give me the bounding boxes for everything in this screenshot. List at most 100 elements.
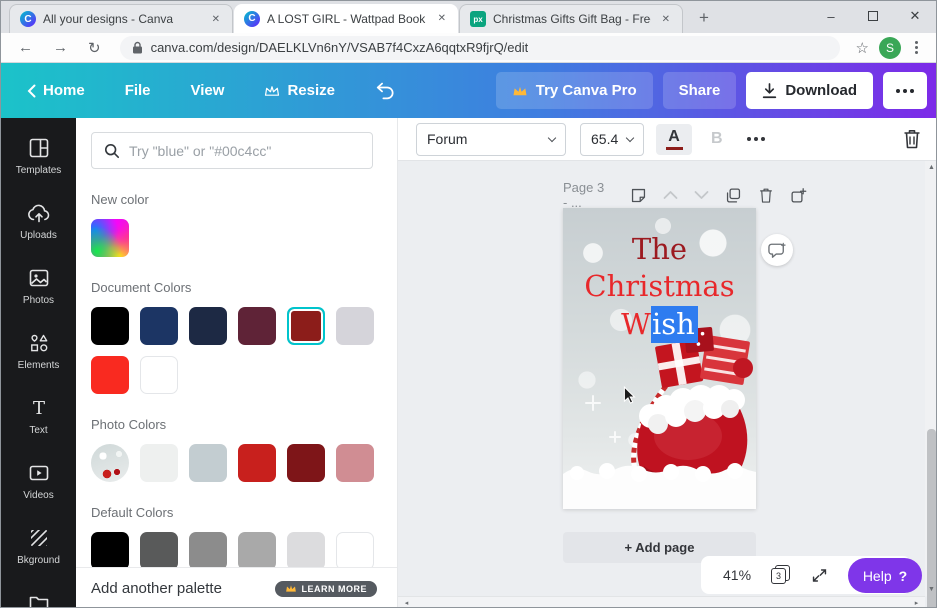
page-count: 3 (771, 568, 787, 584)
minimize-button[interactable]: – (810, 1, 852, 31)
tab-all-your-designs[interactable]: C All your designs - Canva ✕ (9, 4, 233, 33)
tab-close-icon[interactable]: ✕ (658, 12, 674, 27)
color-swatch[interactable] (91, 532, 129, 570)
bold-button[interactable]: B (701, 130, 733, 148)
editor-area: Forum 65.4 A B Page 3 - ... The Christma… (398, 118, 936, 607)
scroll-left-icon[interactable]: ◂ (400, 597, 413, 607)
sidebar-item-templates[interactable]: Templates (1, 133, 76, 179)
add-palette-label[interactable]: Add another palette (91, 580, 222, 597)
color-swatch[interactable] (140, 307, 178, 345)
url-text: canva.com/design/DAELKLVn6nY/VSAB7f4CxzA… (150, 40, 529, 55)
tab-close-icon[interactable]: ✕ (208, 12, 224, 27)
move-page-down-button[interactable] (694, 190, 709, 200)
color-search-box[interactable] (91, 132, 373, 169)
scroll-up-icon[interactable]: ▲ (925, 161, 936, 174)
crown-icon (265, 85, 280, 96)
new-color-picker[interactable] (91, 219, 129, 257)
close-window-button[interactable]: ✕ (894, 1, 936, 31)
color-swatch[interactable] (140, 532, 178, 570)
profile-avatar[interactable]: S (879, 36, 901, 59)
vertical-scrollbar[interactable]: ▲ ▼ (925, 161, 936, 607)
home-button[interactable]: Home (27, 82, 85, 99)
toolbar-more-button[interactable] (739, 137, 773, 141)
bookmark-star-icon[interactable]: ☆ (852, 39, 873, 57)
scroll-down-icon[interactable]: ▼ (925, 583, 936, 596)
tab-title: Christmas Gifts Gift Bag - Free pl (493, 12, 651, 26)
add-page-icon-button[interactable] (790, 187, 807, 204)
back-icon[interactable]: ← (11, 39, 40, 56)
download-icon (763, 82, 777, 98)
forward-icon[interactable]: → (46, 39, 75, 56)
vertical-scroll-thumb[interactable] (927, 429, 936, 607)
add-comment-button[interactable] (761, 234, 793, 266)
maximize-button[interactable] (852, 1, 894, 31)
try-canva-pro-button[interactable]: Try Canva Pro (495, 72, 653, 109)
canva-favicon-icon: C (20, 11, 36, 27)
file-menu[interactable]: File (125, 82, 151, 99)
move-page-up-button[interactable] (663, 190, 678, 200)
photo-thumbnail[interactable] (91, 444, 129, 482)
color-swatch[interactable] (336, 307, 374, 345)
text-color-button[interactable]: A (656, 123, 692, 155)
crown-icon (513, 86, 527, 95)
design-title-line3[interactable]: Wish (563, 306, 756, 343)
folder-icon[interactable] (27, 590, 51, 608)
text-color-swatch-bar (665, 146, 683, 150)
zoom-level[interactable]: 41% (723, 567, 751, 583)
share-button[interactable]: Share (662, 72, 737, 109)
default-colors-label: Default Colors (91, 505, 174, 520)
help-button[interactable]: Help ? (848, 558, 922, 593)
design-page[interactable]: The Christmas Wish (563, 208, 756, 509)
sidebar-item-videos[interactable]: Videos (1, 458, 76, 504)
sidebar-item-elements[interactable]: Elements (1, 328, 76, 374)
font-family-select[interactable]: Forum (416, 122, 566, 156)
delete-page-button[interactable] (758, 187, 774, 204)
url-omnibox[interactable]: canva.com/design/DAELKLVn6nY/VSAB7f4CxzA… (119, 35, 840, 60)
add-notes-button[interactable] (630, 187, 647, 204)
sidebar-item-uploads[interactable]: Uploads (1, 198, 76, 244)
view-menu[interactable]: View (191, 82, 225, 99)
font-size-select[interactable]: 65.4 (580, 122, 644, 156)
color-swatch[interactable] (91, 307, 129, 345)
pages-indicator[interactable]: 3 (771, 565, 791, 585)
color-swatch[interactable] (189, 444, 227, 482)
resize-button[interactable]: Resize (264, 82, 335, 99)
color-swatch[interactable] (91, 356, 129, 394)
color-swatch[interactable] (336, 444, 374, 482)
color-swatch[interactable] (238, 532, 276, 570)
color-search-input[interactable] (129, 142, 360, 159)
sidebar-item-text[interactable]: T Text (1, 393, 76, 439)
fullscreen-icon[interactable] (811, 567, 828, 584)
color-swatch[interactable] (336, 532, 374, 570)
color-swatch[interactable] (189, 532, 227, 570)
page-actions-row: Page 3 - ... (563, 180, 823, 210)
color-swatch[interactable] (238, 444, 276, 482)
sidebar-item-photos[interactable]: Photos (1, 263, 76, 309)
new-tab-button[interactable]: + (691, 5, 717, 31)
reload-icon[interactable]: ↻ (81, 39, 108, 57)
duplicate-page-button[interactable] (725, 187, 742, 204)
color-swatch[interactable] (287, 532, 325, 570)
download-button[interactable]: Download (746, 72, 873, 109)
color-swatch[interactable] (238, 307, 276, 345)
header-more-button[interactable] (883, 72, 927, 109)
color-swatch[interactable] (140, 356, 178, 394)
design-title-line1[interactable]: The (563, 231, 756, 267)
learn-more-badge[interactable]: LEARN MORE (274, 580, 377, 597)
scroll-right-icon[interactable]: ▸ (910, 597, 923, 607)
color-swatch[interactable] (287, 444, 325, 482)
design-title-line2[interactable]: Christmas (563, 268, 756, 304)
tab-close-icon[interactable]: ✕ (434, 11, 450, 26)
mouse-cursor (623, 386, 636, 404)
color-swatch[interactable] (287, 307, 325, 345)
horizontal-scrollbar[interactable]: ◂ ▸ (398, 596, 925, 607)
color-swatch[interactable] (140, 444, 178, 482)
comment-bubble-icon (768, 242, 786, 258)
browser-menu-icon[interactable] (907, 41, 926, 54)
sidebar-item-background[interactable]: Bkground (1, 523, 76, 569)
undo-button[interactable] (375, 81, 396, 100)
tab-wattpad-cover[interactable]: C A LOST GIRL - Wattpad Book Co ✕ (234, 4, 458, 33)
tab-christmas-gifts[interactable]: px Christmas Gifts Gift Bag - Free pl ✕ (459, 4, 683, 33)
color-swatch[interactable] (189, 307, 227, 345)
delete-element-button[interactable] (902, 128, 922, 150)
